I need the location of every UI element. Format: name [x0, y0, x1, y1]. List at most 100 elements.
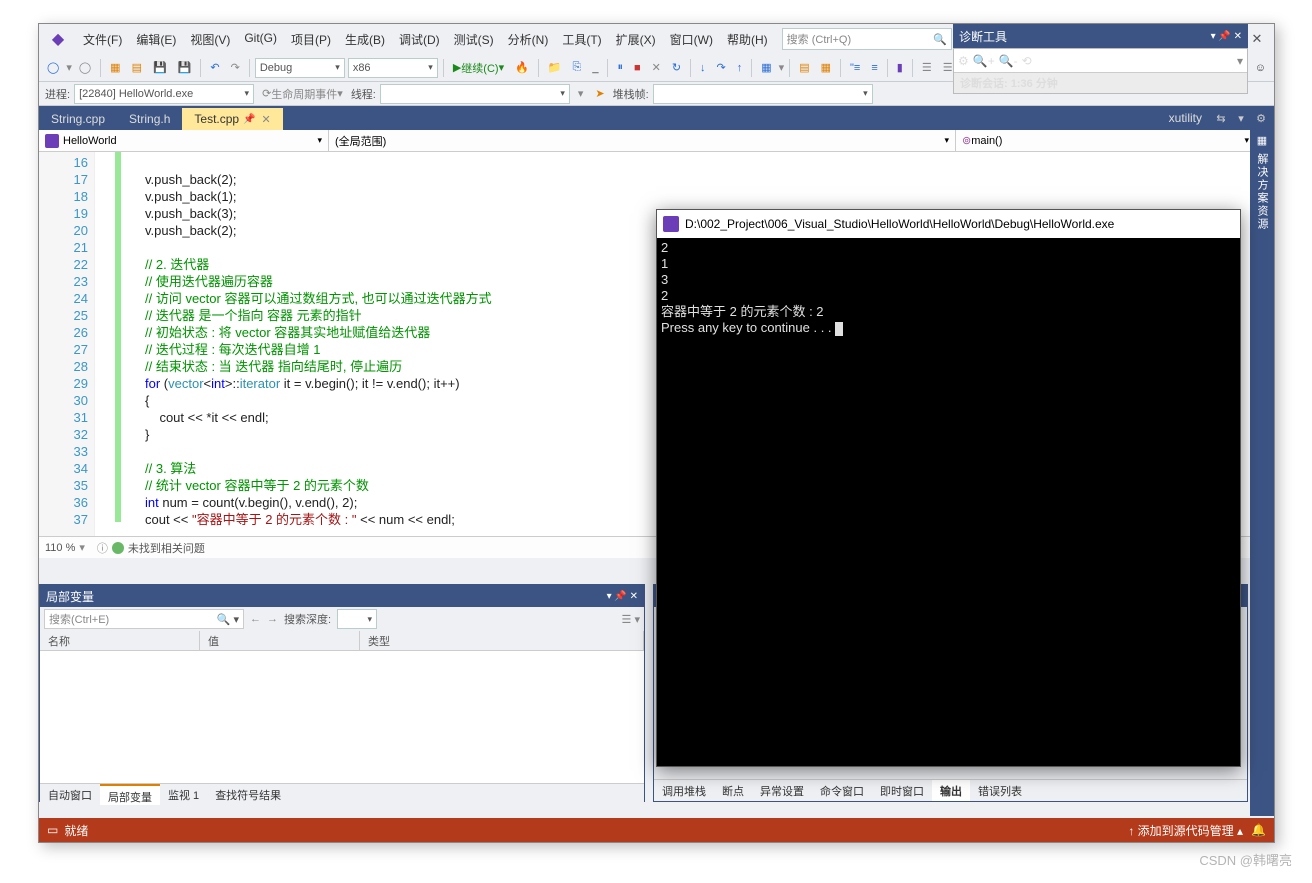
platform-combo[interactable]: x86▾ — [348, 58, 438, 78]
menu-window[interactable]: 窗口(W) — [664, 27, 719, 52]
tab-breakpoints[interactable]: 断点 — [714, 780, 752, 801]
menu-debug[interactable]: 调试(D) — [393, 27, 446, 52]
nav-next-icon[interactable]: → — [267, 613, 278, 625]
hot-reload-icon[interactable]: 🔥 — [511, 59, 533, 76]
nav-function[interactable]: ⊚ main()▾ — [956, 130, 1256, 151]
menu-tools[interactable]: 工具(T) — [556, 27, 607, 52]
restart-icon[interactable]: ↻ — [668, 59, 685, 76]
open-file-icon[interactable]: ▤ — [128, 59, 146, 76]
diag-more-icon[interactable]: ▾ — [1237, 54, 1243, 68]
outdent-icon[interactable]: ≡ — [867, 60, 881, 76]
locals-search[interactable]: 搜索(Ctrl+E)🔍 ▾ — [44, 609, 244, 629]
tab-output[interactable]: 输出 — [932, 780, 970, 801]
solution-explorer-tab[interactable]: ▦ 解决方案资源 — [1250, 130, 1274, 816]
tab-string-h[interactable]: String.h — [117, 108, 182, 130]
diag-gear-icon[interactable]: ⚙ — [958, 54, 969, 68]
save-icon[interactable]: 💾 — [149, 59, 171, 76]
new-file-icon[interactable]: ▦ — [106, 59, 124, 76]
book-icon[interactable]: ▮ — [893, 59, 907, 76]
indent-icon[interactable]: "≡ — [846, 60, 864, 76]
cross-icon[interactable]: ✕ — [648, 59, 665, 76]
undo-icon[interactable]: ↶ — [206, 59, 223, 76]
config-combo[interactable]: Debug▾ — [255, 58, 345, 78]
save-all-icon[interactable]: 💾 — [174, 59, 196, 76]
tab-xutility[interactable]: xutility — [1161, 108, 1210, 128]
tab-test-cpp[interactable]: Test.cpp📌✕ — [182, 108, 282, 130]
dash-icon[interactable]: _ — [588, 60, 602, 76]
thread-combo[interactable]: ▾ — [380, 84, 570, 104]
pin-icon[interactable]: 📌 — [243, 114, 255, 125]
menu-git[interactable]: Git(G) — [238, 27, 283, 52]
diagnostics-session: 诊断会话: 1:36 分钟 — [954, 73, 1247, 93]
attach-icon[interactable]: ⎘ — [569, 59, 586, 76]
diag-zoomout-icon[interactable]: 🔍- — [999, 54, 1018, 68]
diag-zoomin-icon[interactable]: 🔍+ — [973, 54, 995, 68]
menu-project[interactable]: 项目(P) — [285, 27, 337, 52]
zoom-combo[interactable]: 110 % — [45, 542, 75, 554]
locals-columns: 名称 值 类型 — [40, 631, 644, 651]
redo-icon[interactable]: ↷ — [227, 59, 244, 76]
line-gutter: 16171819 20212223 24252627 28293031 3233… — [39, 152, 95, 536]
menu-edit[interactable]: 编辑(E) — [130, 27, 182, 52]
tab-gear-icon[interactable]: ⚙ — [1252, 112, 1270, 125]
tab-scroll-icon[interactable]: ⇆ — [1212, 112, 1230, 125]
editor-nav-bar: HelloWorld▾ (全局范围)▾ ⊚ main()▾ ‡ — [39, 130, 1274, 152]
nav-prev-icon[interactable]: ← — [250, 613, 261, 625]
list-icon[interactable]: ▤ — [795, 59, 813, 76]
thread-filter-icon[interactable]: ▾ — [574, 85, 588, 102]
folder-icon[interactable]: 📁 — [544, 59, 566, 76]
menu-view[interactable]: 视图(V) — [184, 27, 236, 52]
depth-combo[interactable]: ▾ — [337, 609, 377, 629]
stackframe-combo[interactable]: ▾ — [653, 84, 873, 104]
tab-findsym[interactable]: 查找符号结果 — [207, 784, 289, 805]
tab-string-cpp[interactable]: String.cpp — [39, 108, 117, 130]
process-label: 进程: — [45, 86, 70, 102]
cmd-icon — [663, 216, 679, 232]
step-out-icon[interactable]: ↑ — [733, 60, 747, 76]
menu-analyze[interactable]: 分析(N) — [502, 27, 555, 52]
thread-mark-icon[interactable]: ➤ — [591, 85, 608, 102]
feedback-icon[interactable]: ☺ — [1251, 60, 1270, 76]
layout-icon[interactable]: ▦ — [757, 59, 775, 76]
locals-opts-icon[interactable]: ☰ ▾ — [622, 613, 640, 626]
output-tabs: 调用堆栈 断点 异常设置 命令窗口 即时窗口 输出 错误列表 — [654, 779, 1247, 801]
tab-dropdown-icon[interactable]: ▾ — [1232, 112, 1250, 125]
tab-locals[interactable]: 局部变量 — [100, 784, 160, 805]
menu-file[interactable]: 文件(F) — [77, 27, 128, 52]
tab-errorlist[interactable]: 错误列表 — [970, 780, 1030, 801]
stop-icon[interactable]: ■ — [630, 60, 645, 76]
notifications-icon[interactable]: 🔔 — [1251, 823, 1266, 837]
grid-icon[interactable]: ▦ — [817, 59, 835, 76]
process-combo[interactable]: [22840] HelloWorld.exe▾ — [74, 84, 254, 104]
tab-immediate[interactable]: 即时窗口 — [872, 780, 932, 801]
step-over-icon[interactable]: ↷ — [713, 59, 730, 76]
nav-fwd-icon[interactable]: ◯ — [75, 59, 95, 76]
diag-reset-icon[interactable]: ⟲ — [1022, 54, 1032, 68]
lifecycle-icon[interactable]: ⟳ 生命周期事件 ▾ — [258, 84, 347, 104]
tab-command[interactable]: 命令窗口 — [812, 780, 872, 801]
tab-exceptions[interactable]: 异常设置 — [752, 780, 812, 801]
menu-ext[interactable]: 扩展(X) — [610, 27, 662, 52]
nav-scope[interactable]: HelloWorld▾ — [39, 130, 329, 151]
menu-build[interactable]: 生成(B) — [339, 27, 391, 52]
locals-body[interactable] — [40, 651, 644, 783]
step-into-icon[interactable]: ↓ — [696, 60, 710, 76]
tab-autos[interactable]: 自动窗口 — [40, 784, 100, 805]
tab-watch1[interactable]: 监视 1 — [160, 784, 207, 805]
scm-button[interactable]: ↑ 添加到源代码管理 ▴ — [1128, 822, 1243, 839]
quick-search[interactable]: 搜索 (Ctrl+Q) 🔍 — [782, 28, 952, 50]
nav-filter[interactable]: (全局范围)▾ — [329, 130, 956, 151]
console-title-bar[interactable]: D:\002_Project\006_Visual_Studio\HelloWo… — [657, 210, 1240, 238]
nav-back-icon[interactable]: ◯ — [43, 59, 63, 76]
console-window[interactable]: D:\002_Project\006_Visual_Studio\HelloWo… — [656, 209, 1241, 767]
close-tab-icon[interactable]: ✕ — [262, 113, 271, 126]
cursor — [835, 322, 843, 336]
menu-test[interactable]: 测试(S) — [448, 27, 500, 52]
pause-icon[interactable]: ⏸ — [613, 59, 627, 76]
cfg1-icon[interactable]: ☰ — [918, 59, 936, 76]
tab-callstack[interactable]: 调用堆栈 — [654, 780, 714, 801]
panel-dropdown-icon[interactable]: ▾ 📌 ✕ — [1211, 31, 1242, 42]
continue-button[interactable]: ▶ 继续(C) ▾ — [449, 58, 508, 78]
pin-icon[interactable]: ▾ 📌 ✕ — [607, 591, 638, 602]
menu-help[interactable]: 帮助(H) — [721, 27, 774, 52]
